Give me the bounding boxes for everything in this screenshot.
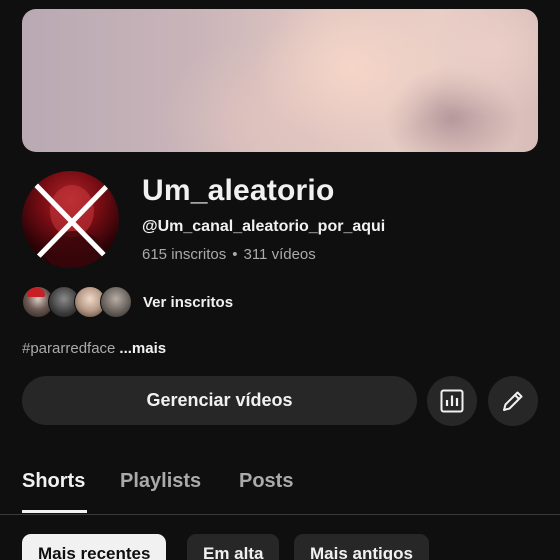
video-count: 311 vídeos — [243, 246, 316, 263]
manage-videos-button[interactable]: Gerenciar vídeos — [22, 376, 417, 425]
subscriber-count: 615 inscritos — [142, 246, 227, 263]
tab-shorts[interactable]: Shorts — [22, 470, 85, 493]
subscriber-avatars[interactable] — [22, 286, 132, 318]
tab-playlists[interactable]: Playlists — [120, 470, 201, 493]
bar-chart-icon — [440, 389, 464, 413]
channel-stats: 615 inscritos • 311 vídeos — [142, 246, 316, 263]
channel-tabs: Shorts Playlists Posts — [0, 460, 560, 515]
tab-posts[interactable]: Posts — [239, 470, 293, 493]
edit-button[interactable] — [488, 376, 538, 426]
channel-name: Um_aleatorio — [142, 174, 335, 207]
filter-chip-recent[interactable]: Mais recentes — [22, 534, 167, 560]
channel-handle: @Um_canal_aleatorio_por_aqui — [142, 218, 386, 235]
filter-chip-popular[interactable]: Em alta — [187, 534, 280, 560]
avatar-cross-icon — [31, 180, 111, 268]
more-link[interactable]: ...mais — [119, 340, 166, 357]
channel-banner[interactable] — [22, 9, 538, 152]
see-subscribers-link[interactable]: Ver inscritos — [143, 294, 233, 311]
description-text: #pararredface — [22, 340, 116, 357]
channel-page: Um_aleatorio @Um_canal_aleatorio_por_aqu… — [0, 0, 560, 560]
filter-chip-oldest[interactable]: Mais antigos — [294, 534, 429, 560]
active-tab-indicator — [22, 510, 87, 513]
subscriber-avatar — [100, 286, 132, 318]
channel-description[interactable]: #pararredface ...mais — [22, 340, 166, 357]
stats-separator: • — [232, 246, 238, 263]
channel-avatar[interactable] — [22, 171, 119, 268]
pencil-icon — [503, 391, 523, 411]
analytics-button[interactable] — [427, 376, 477, 426]
